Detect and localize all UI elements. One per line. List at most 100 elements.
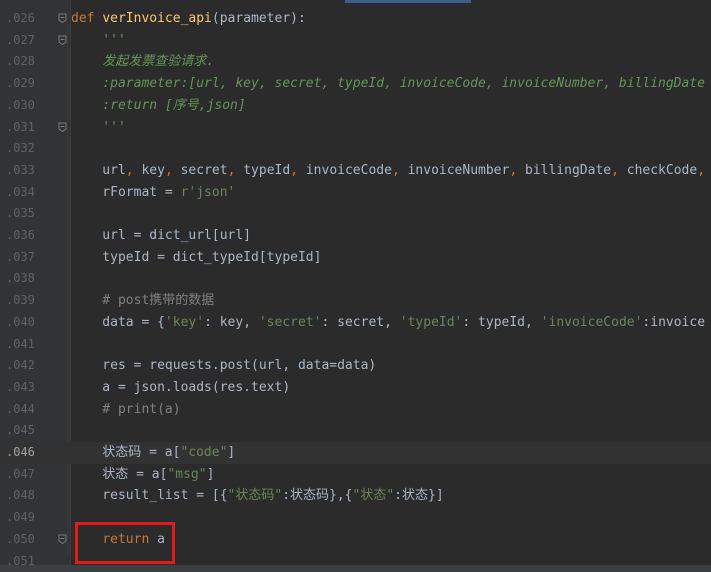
- editor-bottom-bar: [0, 565, 711, 572]
- code-token: rFormat =: [71, 184, 181, 200]
- code-token: "状态码": [227, 488, 283, 504]
- code-text: url = dict_url[url]: [71, 225, 251, 247]
- code-token: : secret,: [321, 314, 400, 330]
- code-token: def: [71, 11, 103, 26]
- line-number: .050: [6, 531, 35, 546]
- code-token: ''': [71, 119, 126, 135]
- code-line[interactable]: .038: [0, 268, 711, 290]
- return-highlight-box: [75, 522, 175, 564]
- code-token: verInvoice_api: [102, 11, 212, 26]
- line-number: .027: [6, 32, 35, 47]
- code-text: 状态 = a["msg"]: [71, 464, 214, 486]
- code-editor[interactable]: .026 def verInvoice_api(parameter): .027 '…: [0, 0, 711, 572]
- line-number: .039: [6, 293, 35, 308]
- code-token: ,: [509, 162, 525, 178]
- line-number: .047: [6, 466, 35, 481]
- line-number: .030: [6, 97, 35, 112]
- code-token: ,: [611, 162, 627, 178]
- code-text: data = {'key': key, 'secret': secret, 't…: [71, 312, 705, 334]
- code-token: 'invoiceCode': [540, 314, 643, 330]
- code-line[interactable]: .042 res = requests.post(url, data=data): [0, 355, 711, 377]
- code-line[interactable]: .047 状态 = a["msg"]: [0, 464, 711, 486]
- code-line[interactable]: .040 data = {'key': key, 'secret': secre…: [0, 312, 711, 334]
- code-text: res = requests.post(url, data=data): [71, 355, 376, 377]
- code-text: ''': [71, 30, 126, 52]
- code-line[interactable]: .046 状态码 = a["code"]: [0, 442, 711, 464]
- code-token: 'typeId': [399, 314, 463, 330]
- code-line[interactable]: .037 typeId = dict_typeId[typeId]: [0, 247, 711, 269]
- code-line[interactable]: .048 result_list = [{"状态码":状态码},{"状态":状态…: [0, 485, 711, 507]
- code-token: : typeId,: [462, 314, 541, 330]
- code-token: ]: [227, 445, 236, 460]
- line-number: .028: [6, 54, 35, 69]
- code-text: def verInvoice_api(parameter):: [71, 8, 306, 30]
- line-number: .035: [6, 206, 35, 221]
- code-token: data = {: [71, 314, 165, 330]
- line-number: .046: [6, 445, 35, 459]
- line-number: .034: [6, 184, 35, 199]
- code-token: # post携带的数据: [71, 293, 215, 309]
- line-number: .037: [6, 249, 35, 264]
- code-line[interactable]: .036 url = dict_url[url]: [0, 225, 711, 247]
- code-line[interactable]: .045: [0, 420, 711, 442]
- code-text: 状态码 = a["code"]: [71, 442, 235, 464]
- line-number: .040: [6, 314, 35, 329]
- code-text: # print(a): [71, 399, 181, 421]
- code-token: : key,: [204, 314, 259, 330]
- line-number: .045: [6, 423, 35, 438]
- code-token: 状态 = a[: [71, 466, 168, 482]
- code-token: 发起发票查验请求.: [71, 54, 215, 70]
- code-token: result_list = [{: [71, 488, 228, 504]
- code-token: "状态": [352, 488, 395, 504]
- code-line[interactable]: .029 :parameter:[url, key, secret, typeI…: [0, 73, 711, 95]
- editor-tab-indicator: [345, 0, 471, 3]
- line-number: .049: [6, 510, 35, 525]
- code-token: 'key': [164, 314, 205, 330]
- code-line[interactable]: .035: [0, 203, 711, 225]
- line-number: .038: [6, 271, 35, 286]
- code-text: ''': [71, 117, 126, 139]
- code-token: url = dict_url[url]: [71, 228, 252, 243]
- code-token: "code": [180, 445, 228, 460]
- line-number: .041: [6, 336, 35, 351]
- code-line[interactable]: .032: [0, 138, 711, 160]
- code-token: billingDate: [525, 162, 612, 178]
- code-line[interactable]: .028 发起发票查验请求.: [0, 51, 711, 73]
- code-token: ,: [227, 162, 244, 178]
- code-token: ]: [206, 466, 215, 482]
- fold-minus-icon[interactable]: [58, 35, 67, 45]
- code-line[interactable]: .027 ''': [0, 30, 711, 52]
- code-text: :parameter:[url, key, secret, typeId, in…: [71, 73, 705, 95]
- code-token: :parameter:[url, key, secret, typeId, in…: [71, 76, 705, 92]
- code-text: # post携带的数据: [71, 290, 214, 312]
- code-token: # print(a): [71, 401, 181, 417]
- code-line[interactable]: .026 def verInvoice_api(parameter):: [0, 8, 711, 30]
- code-line[interactable]: .044 # print(a): [0, 399, 711, 421]
- code-line[interactable]: .043 a = json.loads(res.text): [0, 377, 711, 399]
- code-line[interactable]: .030 :return [序号,json]: [0, 95, 711, 117]
- code-token: 状态码 = a[: [71, 445, 181, 460]
- code-token: "msg": [167, 466, 207, 482]
- code-text: url, key, secret, typeId, invoiceCode, i…: [71, 160, 705, 182]
- code-line[interactable]: .039 # post携带的数据: [0, 290, 711, 312]
- code-token: key: [141, 162, 165, 178]
- code-line[interactable]: .041: [0, 334, 711, 356]
- code-token: url: [71, 162, 126, 178]
- line-number: .026: [6, 11, 35, 25]
- fold-minus-icon[interactable]: [58, 13, 67, 24]
- code-line[interactable]: .031 ''': [0, 117, 711, 139]
- line-number: .032: [6, 141, 35, 156]
- code-line[interactable]: .034 rFormat = r'json': [0, 182, 711, 204]
- code-token: :状态码},{: [282, 488, 353, 504]
- code-token: r'json': [180, 184, 236, 200]
- code-text: 发起发票查验请求.: [71, 51, 214, 73]
- fold-minus-icon[interactable]: [58, 534, 67, 544]
- code-token: ,: [125, 162, 142, 178]
- code-text: :return [序号,json]: [71, 95, 245, 117]
- fold-minus-icon[interactable]: [58, 122, 67, 132]
- code-line[interactable]: .033 url, key, secret, typeId, invoiceCo…: [0, 160, 711, 182]
- code-token: :invoice: [642, 314, 706, 330]
- code-token: :状态}]: [394, 488, 444, 504]
- code-token: res = requests.post(url, data=data): [71, 358, 377, 374]
- code-token: 'secret': [258, 314, 322, 330]
